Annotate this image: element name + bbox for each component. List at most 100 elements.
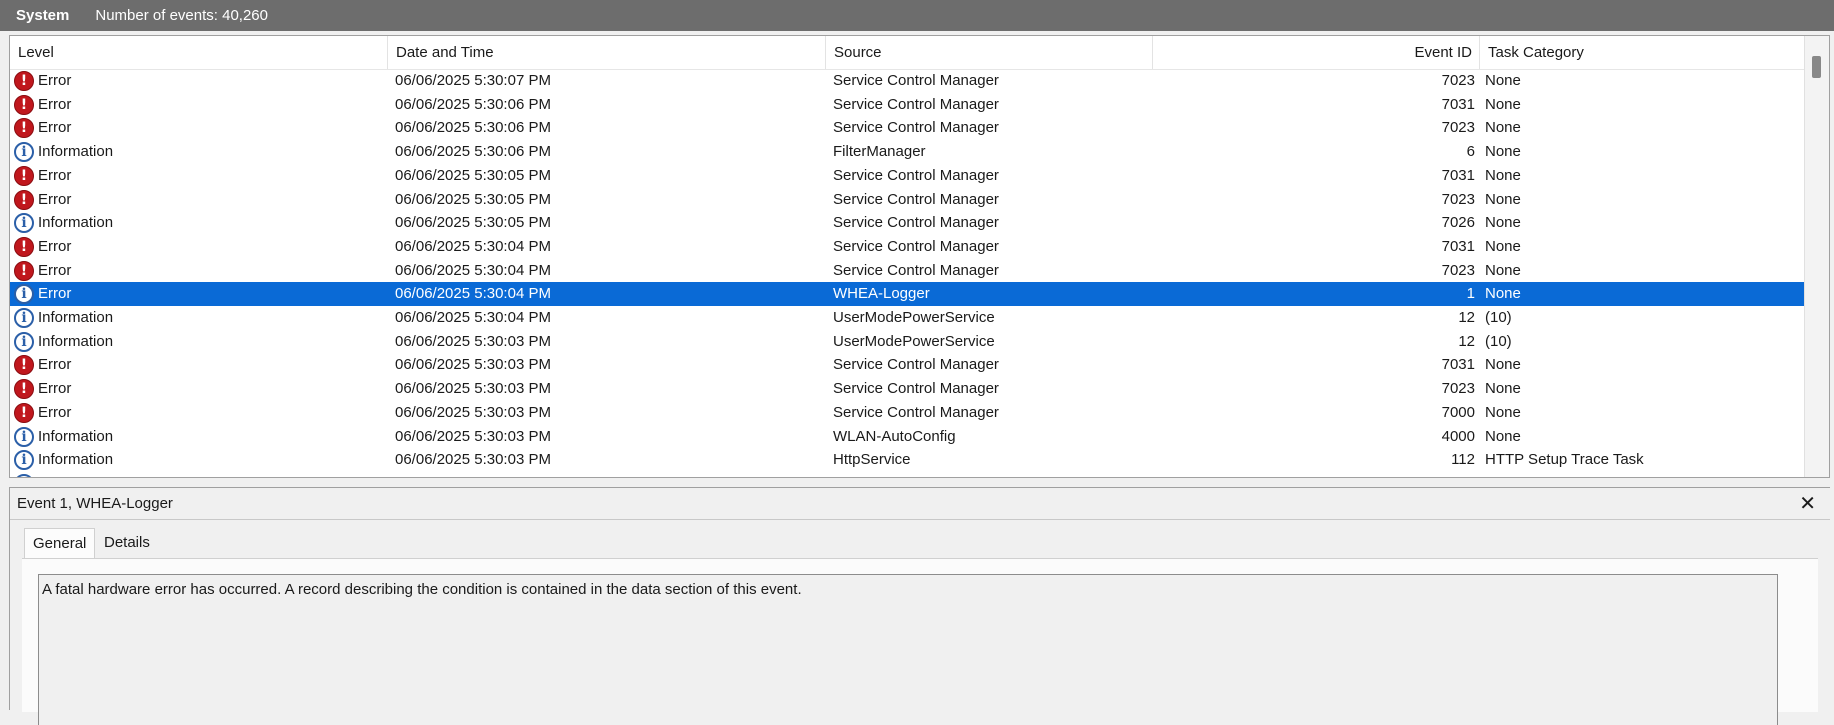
date-cell: 06/06/2025 5:30:05 PM — [395, 214, 551, 232]
task-category-cell: None — [1485, 190, 1521, 208]
level-cell: Error — [38, 119, 72, 137]
table-row[interactable]: i Information 06/06/2025 5:30:04 PM UserMod… — [10, 306, 1806, 330]
table-row[interactable]: i Information 06/06/2025 5:30:03 PM UserMod… — [10, 330, 1806, 354]
table-row[interactable]: ! Error 06/06/2025 5:30:07 PM Service Contr… — [10, 69, 1806, 93]
source-cell: Service Control Manager — [833, 119, 999, 137]
table-row[interactable]: ! Error 06/06/2025 5:30:03 PM Service Contr… — [10, 401, 1806, 425]
task-category-cell: (10) — [1485, 332, 1512, 350]
level-icon-cell: i — [14, 282, 36, 306]
level-icon-cell: i — [14, 472, 36, 477]
task-category-cell: None — [1485, 427, 1521, 445]
level-icon-cell: i — [14, 306, 36, 330]
source-cell: HttpService — [833, 472, 1153, 477]
table-row[interactable]: i Information 06/06/2025 5:30:05 PM Service… — [10, 211, 1806, 235]
event-id-cell: 112 — [1160, 472, 1475, 477]
table-row[interactable]: ! Error 06/06/2025 5:30:03 PM Service Contr… — [10, 353, 1806, 377]
source-cell: UserModePowerService — [833, 332, 995, 350]
level-cell: Error — [38, 95, 72, 113]
table-row[interactable]: i Information 06/06/2025 5:30:03 PM WLAN-Au… — [10, 425, 1806, 449]
detail-header: Event 1, WHEA-Logger ✕ — [10, 488, 1830, 520]
event-message-box[interactable]: A fatal hardware error has occurred. A r… — [38, 574, 1778, 725]
table-row[interactable]: ! Error 06/06/2025 5:30:04 PM Service Contr… — [10, 259, 1806, 283]
task-category-cell: HTTP Setup Trace Task — [1485, 451, 1644, 469]
column-header-level[interactable]: Level — [10, 36, 388, 69]
event-id-cell: 7023 — [1441, 380, 1475, 398]
task-category-cell: None — [1485, 261, 1521, 279]
table-row[interactable]: i Information 06/06/2025 5:30:06 PM FilterM… — [10, 140, 1806, 164]
event-id-cell: 7023 — [1441, 261, 1475, 279]
table-row[interactable]: ! Error 06/06/2025 5:30:06 PM Service Contr… — [10, 116, 1806, 140]
table-row[interactable]: ! Error 06/06/2025 5:30:03 PM Service Contr… — [10, 377, 1806, 401]
event-id-cell: 7031 — [1441, 95, 1475, 113]
date-cell: 06/06/2025 5:30:03 PM — [395, 472, 825, 477]
table-row[interactable]: iInformation06/06/2025 5:30:03 PMHttpSer… — [10, 448, 1806, 472]
task-category-cell: None — [1485, 166, 1521, 184]
event-message: A fatal hardware error has occurred. A r… — [42, 581, 802, 598]
tab-details[interactable]: Details — [96, 528, 158, 558]
error-icon: ! — [14, 236, 34, 257]
error-icon: ! — [14, 379, 34, 400]
task-category-cell: None — [1485, 356, 1521, 374]
table-row-selected[interactable]: i Error 06/06/2025 5:30:04 PM WHEA-Logger 1 N… — [10, 282, 1806, 306]
event-id-cell: 7031 — [1441, 166, 1475, 184]
level-icon-cell: ! — [14, 401, 36, 425]
level-cell: Information — [38, 214, 114, 232]
date-cell: 06/06/2025 5:30:06 PM — [395, 143, 551, 161]
scrollbar-thumb[interactable] — [1812, 56, 1821, 78]
level-cell: Error — [38, 166, 72, 184]
source-cell: Service Control Manager — [833, 166, 999, 184]
source-cell: Service Control Manager — [833, 237, 999, 255]
level-cell: Information — [38, 472, 388, 477]
error-icon: ! — [14, 355, 34, 376]
info-icon: i — [14, 142, 34, 163]
task-category-cell: None — [1485, 380, 1521, 398]
table-row[interactable]: ! Error 06/06/2025 5:30:06 PM Service Contr… — [10, 93, 1806, 117]
event-id-cell: 7031 — [1441, 356, 1475, 374]
column-header-event-id[interactable]: Event ID — [1153, 36, 1480, 69]
vertical-scrollbar[interactable] — [1804, 36, 1829, 477]
task-category-cell: None — [1485, 214, 1521, 232]
level-icon-cell: ! — [14, 377, 36, 401]
source-cell: Service Control Manager — [833, 72, 999, 89]
table-row[interactable]: ! Error 06/06/2025 5:30:04 PM Service Contr… — [10, 235, 1806, 259]
task-category-cell: None — [1485, 285, 1521, 303]
date-cell: 06/06/2025 5:30:03 PM — [395, 380, 551, 398]
error-icon: ! — [14, 71, 34, 91]
event-id-cell: 112 — [1451, 451, 1475, 469]
event-id-cell: 12 — [1458, 309, 1475, 326]
date-cell: 06/06/2025 5:30:05 PM — [395, 190, 551, 208]
events-grid[interactable]: Level Date and Time Source Event ID Task… — [9, 35, 1830, 478]
level-icon-cell: ! — [14, 259, 36, 283]
tab-general[interactable]: General — [24, 528, 96, 559]
column-header-date[interactable]: Date and Time — [388, 36, 826, 69]
close-icon[interactable]: ✕ — [1799, 491, 1816, 515]
error-icon: ! — [14, 189, 34, 210]
info-icon: i — [14, 284, 34, 305]
level-icon-cell: ! — [14, 188, 36, 212]
level-cell: Error — [38, 356, 72, 374]
level-icon-cell: ! — [14, 164, 36, 188]
event-id-cell: 7023 — [1441, 190, 1475, 208]
date-cell: 06/06/2025 5:30:07 PM — [395, 72, 551, 89]
table-row[interactable]: iInformation 06/06/2025 5:30:03 PM HttpSer… — [10, 472, 1806, 477]
event-count: Number of events: 40,260 — [95, 7, 268, 24]
date-cell: 06/06/2025 5:30:06 PM — [395, 95, 551, 113]
task-category-cell: None — [1485, 403, 1521, 421]
column-header-source[interactable]: Source — [826, 36, 1153, 69]
level-icon-cell: ! — [14, 116, 36, 140]
date-cell: 06/06/2025 5:30:04 PM — [395, 309, 551, 326]
level-cell: Error — [38, 380, 72, 398]
event-id-cell: 12 — [1458, 332, 1475, 350]
level-cell: Error — [38, 403, 72, 421]
table-row[interactable]: ! Error 06/06/2025 5:30:05 PM Service Contr… — [10, 188, 1806, 212]
source-cell: WHEA-Logger — [833, 285, 930, 303]
detail-title: Event 1, WHEA-Logger — [17, 495, 173, 512]
column-header-task-category[interactable]: Task Category — [1480, 36, 1806, 69]
date-cell: 06/06/2025 5:30:03 PM — [395, 403, 551, 421]
date-cell: 06/06/2025 5:30:03 PM — [395, 332, 551, 350]
event-id-cell: 4000 — [1441, 427, 1475, 445]
table-row[interactable]: ! Error 06/06/2025 5:30:05 PM Service Contr… — [10, 164, 1806, 188]
task-category-cell: (10) — [1485, 309, 1512, 326]
info-icon: i — [14, 450, 34, 471]
level-icon-cell: i — [14, 211, 36, 235]
